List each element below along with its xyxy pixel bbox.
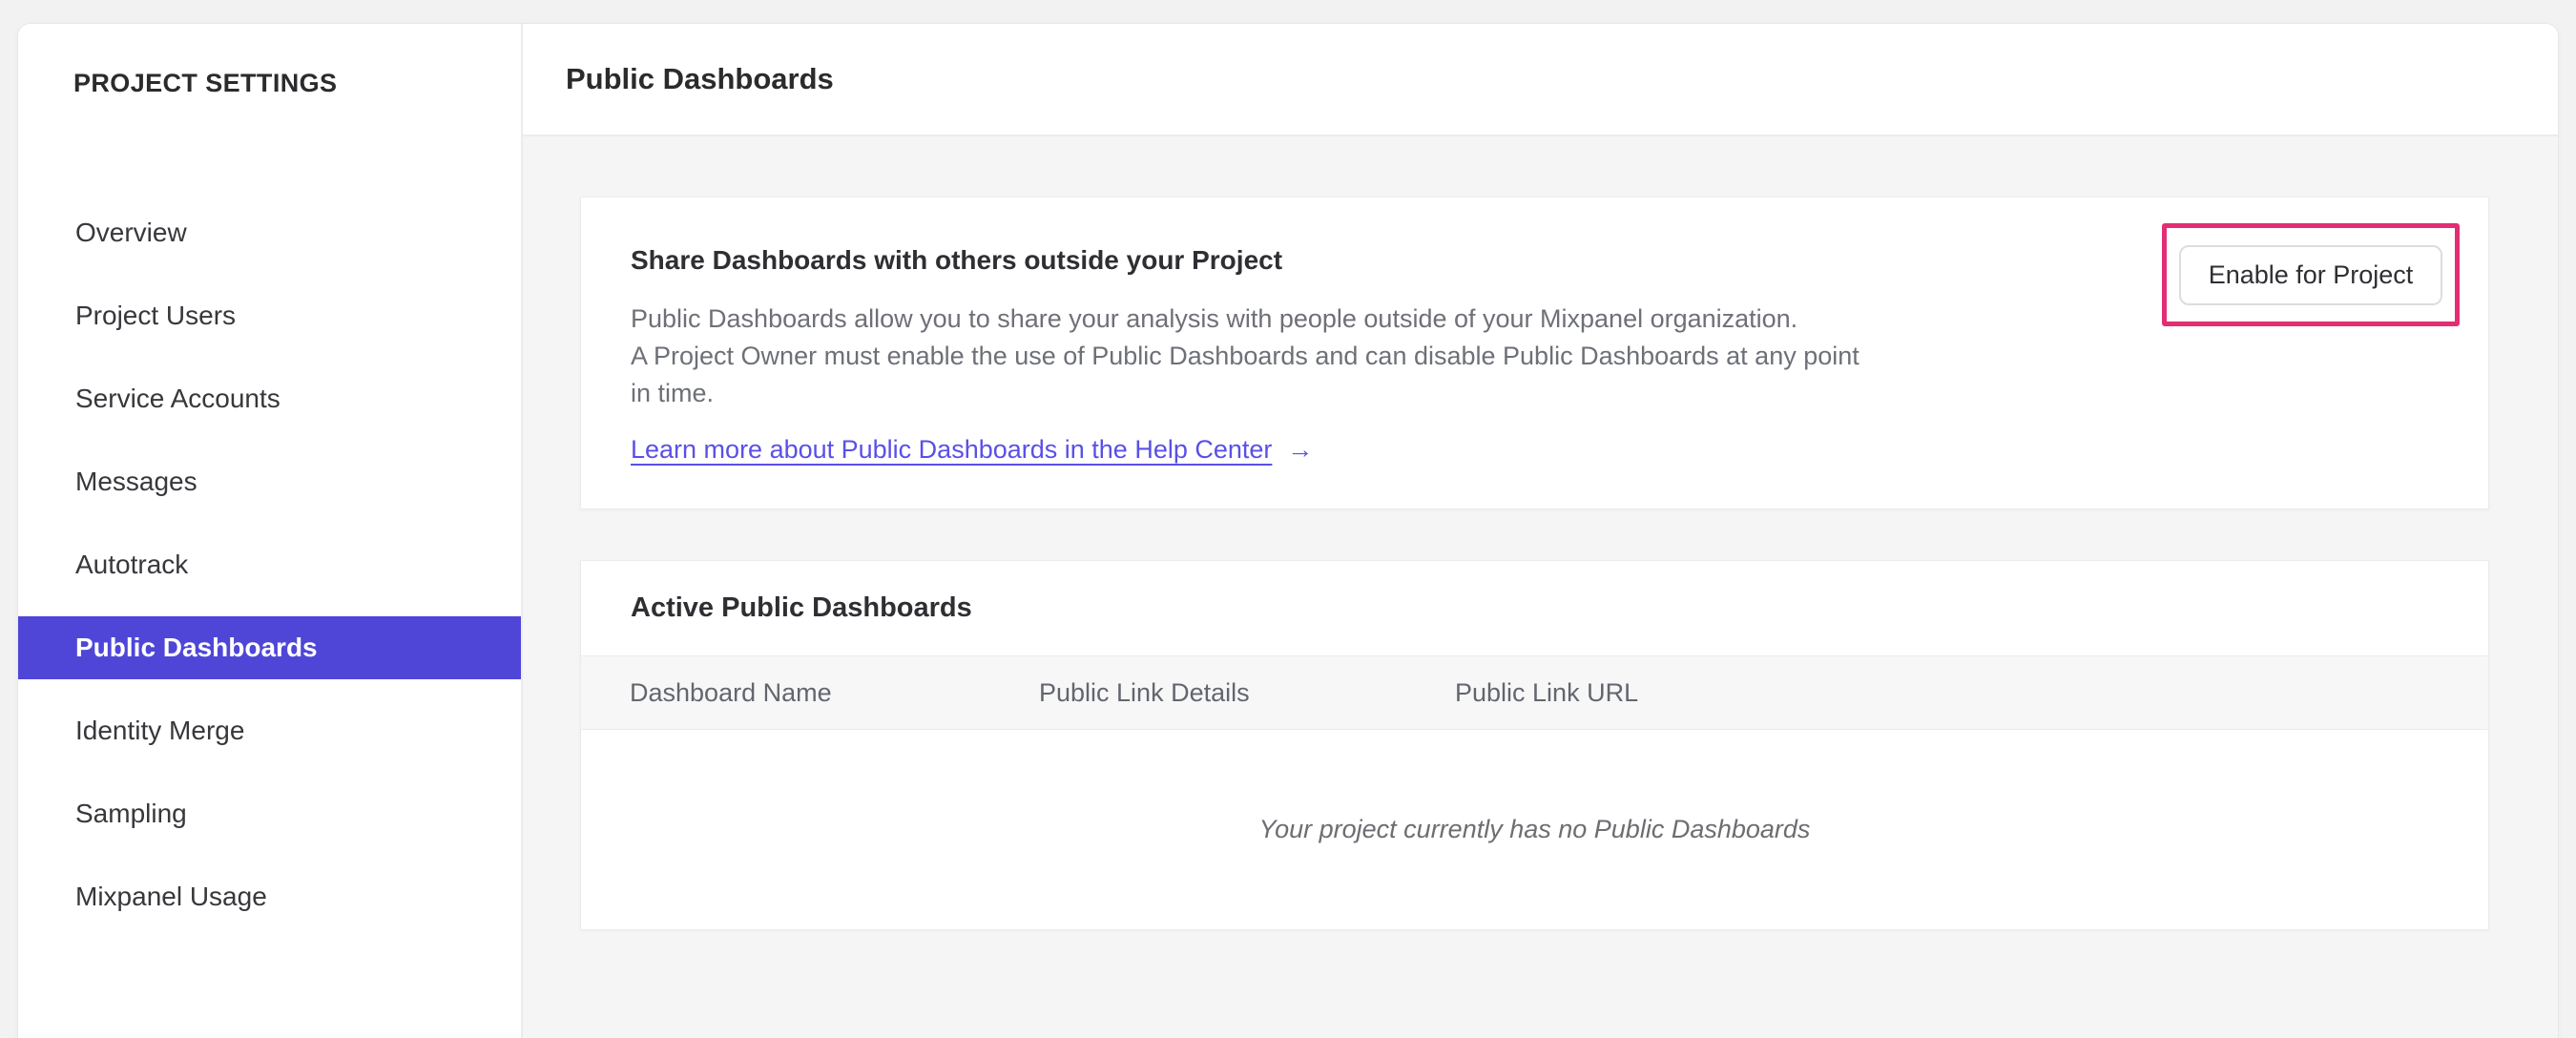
arrow-right-icon: → [1287, 435, 1314, 464]
empty-state-message: Your project currently has no Public Das… [1258, 815, 1811, 843]
help-center-link-label: Learn more about Public Dashboards in th… [631, 435, 1273, 464]
sidebar-item-mixpanel-usage[interactable]: Mixpanel Usage [18, 865, 521, 928]
description-line: in time. [631, 379, 715, 407]
sidebar-item-identity-merge[interactable]: Identity Merge [18, 699, 521, 762]
sidebar-item-overview[interactable]: Overview [18, 201, 521, 264]
column-header-public-link-url: Public Link URL [1455, 677, 1639, 707]
column-header-public-link-details: Public Link Details [1039, 677, 1250, 707]
sidebar-nav: Overview Project Users Service Accounts Mes… [18, 201, 521, 928]
sidebar: PROJECT SETTINGS Overview Project Users Se… [18, 24, 523, 1038]
active-dashboards-card: Active Public Dashboards Dashboard Name P… [580, 560, 2489, 930]
annotation-highlight-box: Enable for Project [2162, 223, 2460, 326]
table-empty-row: Your project currently has no Public Das… [581, 730, 2488, 929]
sidebar-item-messages[interactable]: Messages [18, 450, 521, 513]
enable-for-project-button[interactable]: Enable for Project [2179, 244, 2442, 305]
sidebar-item-project-users[interactable]: Project Users [18, 284, 521, 347]
page-header: Public Dashboards [523, 24, 2558, 136]
content-area: Share Dashboards with others outside you… [523, 136, 2558, 1038]
sidebar-item-sampling[interactable]: Sampling [18, 782, 521, 845]
active-dashboards-title: Active Public Dashboards [631, 592, 972, 623]
description-line: A Project Owner must enable the use of P… [631, 342, 1859, 370]
sidebar-item-service-accounts[interactable]: Service Accounts [18, 367, 521, 430]
sidebar-title: PROJECT SETTINGS [73, 69, 338, 97]
page-title: Public Dashboards [566, 62, 834, 95]
column-header-dashboard-name: Dashboard Name [630, 677, 832, 707]
sidebar-item-public-dashboards[interactable]: Public Dashboards [18, 616, 521, 679]
settings-panel: PROJECT SETTINGS Overview Project Users Se… [17, 23, 2559, 1038]
main-area: Public Dashboards Share Dashboards with … [523, 24, 2558, 1038]
sidebar-item-autotrack[interactable]: Autotrack [18, 533, 521, 596]
help-center-link[interactable]: Learn more about Public Dashboards in th… [631, 431, 1313, 467]
table-header-row: Dashboard Name Public Link Details Public … [581, 655, 2488, 730]
